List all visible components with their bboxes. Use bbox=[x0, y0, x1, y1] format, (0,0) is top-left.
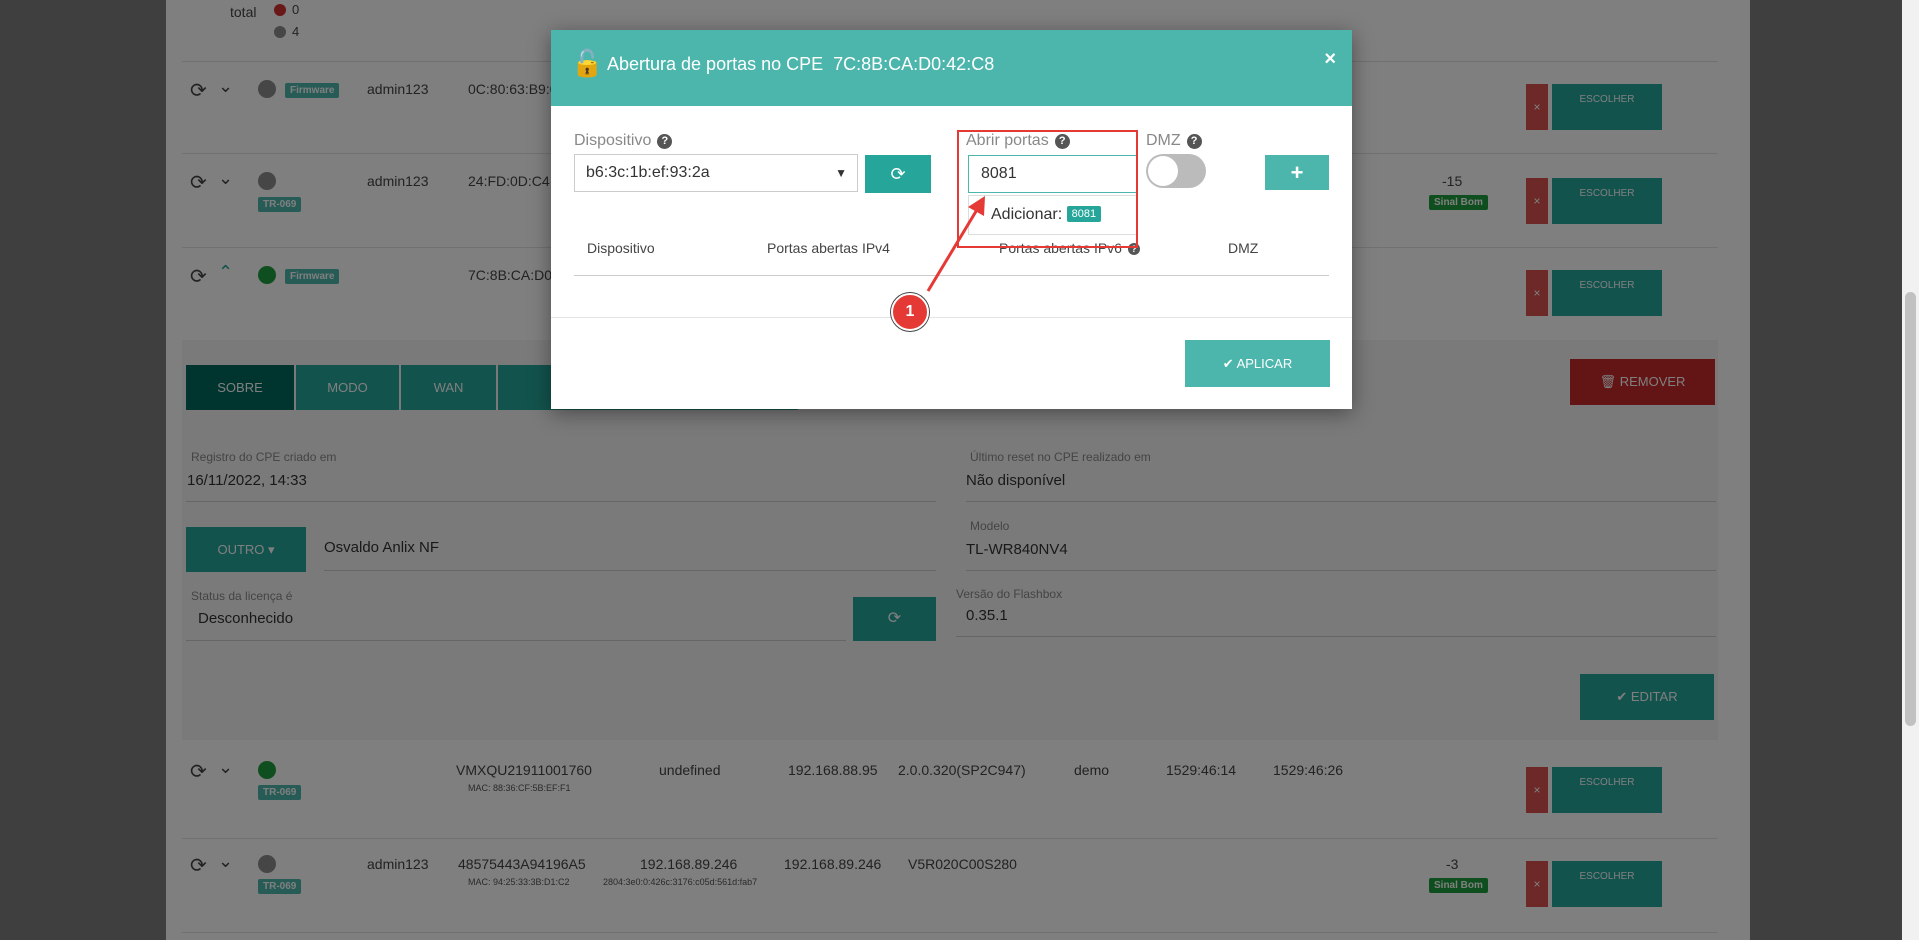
annotation-arrow bbox=[926, 196, 985, 292]
annotation-arrow-line bbox=[926, 207, 980, 292]
annotation-number: 1 bbox=[891, 293, 929, 331]
